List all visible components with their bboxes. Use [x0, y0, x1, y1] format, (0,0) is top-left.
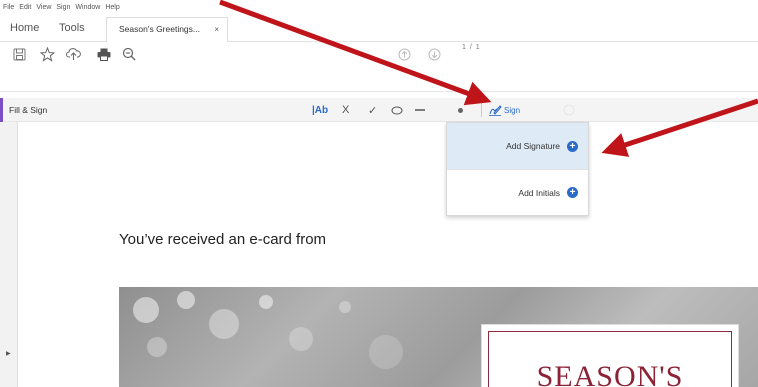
- menu-sign[interactable]: Sign: [56, 4, 70, 11]
- menu-bar: File Edit View Sign Window Help: [0, 0, 758, 14]
- menu-view[interactable]: View: [36, 4, 51, 11]
- main-toolbar: 1 / 1: [0, 42, 758, 92]
- circle-icon: [391, 106, 403, 114]
- check-mark-label: ✓: [368, 104, 378, 117]
- cross-mark-tool[interactable]: X: [342, 98, 349, 122]
- sign-label: Sign: [504, 105, 521, 115]
- page-current[interactable]: 1: [462, 44, 467, 51]
- menu-help[interactable]: Help: [105, 4, 119, 11]
- zoom-out-icon[interactable]: [119, 42, 139, 66]
- sign-dropdown-menu: Add Signature + Add Initials +: [446, 122, 589, 216]
- add-signature-label: Add Signature: [506, 141, 560, 151]
- add-signature-plus-icon: +: [567, 140, 578, 152]
- ecard-border: SEASON'S: [488, 331, 732, 387]
- fill-sign-title: Fill & Sign: [9, 105, 48, 115]
- cross-mark-label: X: [342, 104, 350, 116]
- faint-circle-icon: [563, 104, 575, 116]
- tab-bar: Home Tools Season's Greetings... ×: [0, 14, 758, 42]
- add-initials-plus-icon: +: [567, 187, 578, 198]
- document-body-text: You’ve received an e-card from: [119, 231, 327, 248]
- tab-tools[interactable]: Tools: [59, 14, 85, 42]
- sign-button[interactable]: Sign: [488, 98, 520, 122]
- tab-home[interactable]: Home: [10, 14, 39, 42]
- tab-document[interactable]: Season's Greetings... ×: [106, 17, 228, 42]
- toolbar-divider: [481, 103, 482, 117]
- ecard-title: SEASON'S: [536, 360, 684, 387]
- circle-tool[interactable]: [391, 98, 403, 122]
- add-text-tool[interactable]: |Ab: [312, 98, 328, 122]
- page-up-icon[interactable]: [395, 42, 413, 66]
- fill-sign-accent-bar: [0, 98, 3, 122]
- bookmark-star-icon[interactable]: [37, 42, 57, 66]
- more-options-circle[interactable]: [563, 98, 575, 122]
- check-mark-tool[interactable]: ✓: [368, 98, 377, 122]
- page-total: / 1: [469, 44, 481, 51]
- dot-tool[interactable]: [457, 98, 464, 122]
- page-indicator: 1 / 1: [462, 44, 481, 51]
- expand-pane-icon[interactable]: ▶: [6, 350, 11, 357]
- menu-file[interactable]: File: [3, 4, 14, 11]
- cloud-upload-icon[interactable]: [63, 42, 83, 66]
- line-tool[interactable]: [414, 98, 426, 122]
- ecard-panel: SEASON'S: [481, 324, 739, 387]
- tab-document-label: Season's Greetings...: [119, 24, 200, 34]
- close-tab-icon[interactable]: ×: [214, 18, 219, 41]
- page-down-icon[interactable]: [425, 42, 443, 66]
- add-initials-label: Add Initials: [518, 187, 560, 198]
- menu-edit[interactable]: Edit: [19, 4, 31, 11]
- print-icon[interactable]: [94, 42, 114, 66]
- add-signature-item[interactable]: Add Signature +: [447, 123, 588, 169]
- add-text-label: |Ab: [312, 104, 329, 116]
- fill-sign-toolbar: Fill & Sign |Ab X ✓ Sign: [0, 98, 758, 122]
- menu-window[interactable]: Window: [75, 4, 100, 11]
- add-initials-item[interactable]: Add Initials +: [447, 169, 588, 215]
- pen-signature-icon: [489, 105, 502, 116]
- save-icon[interactable]: [9, 42, 29, 66]
- left-pane-collapsed: ▶: [0, 122, 18, 387]
- line-icon: [415, 109, 425, 111]
- dot-icon: [458, 107, 463, 113]
